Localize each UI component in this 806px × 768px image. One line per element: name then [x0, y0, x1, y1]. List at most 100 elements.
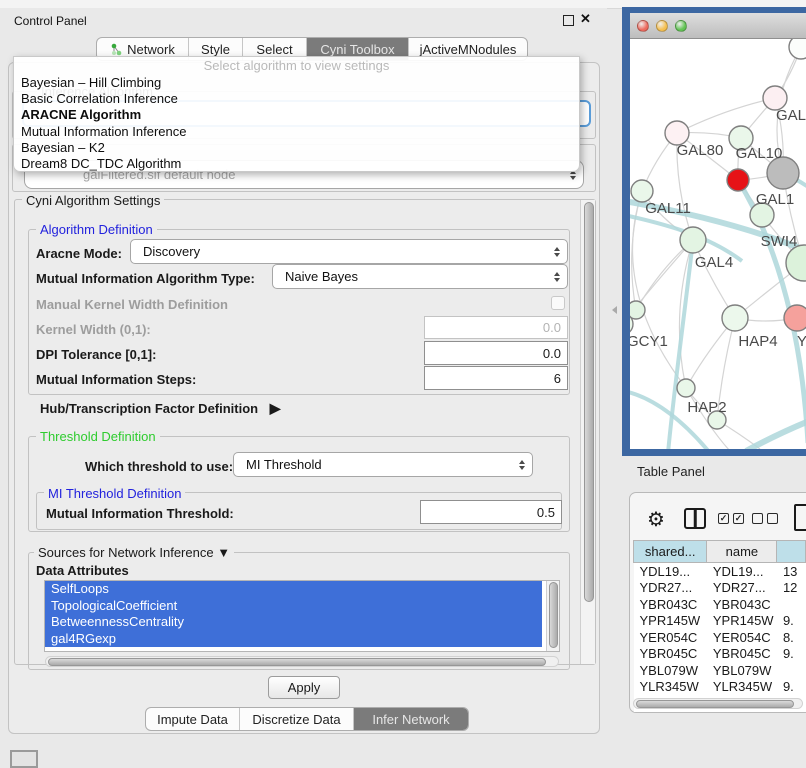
dropdown-item[interactable]: Bayesian – Hill Climbing — [14, 75, 579, 91]
page-icon[interactable] — [794, 504, 806, 531]
gear-icon[interactable]: ⚙ — [647, 507, 665, 532]
dropdown-item[interactable]: Mutual Information Inference — [14, 124, 579, 140]
aracne-mode-combobox[interactable]: Discovery — [130, 239, 568, 264]
dpi-tolerance-input[interactable]: 0.0 — [424, 341, 568, 365]
tab-infer-network[interactable]: Infer Network — [354, 708, 468, 730]
table-hscrollbar-thumb[interactable] — [636, 700, 794, 708]
table-row[interactable]: YPR145WYPR145W9. — [634, 613, 806, 630]
network-node[interactable] — [680, 227, 706, 253]
mac-close-icon[interactable] — [637, 20, 649, 32]
table-row[interactable]: YBL079WYBL079W — [634, 662, 806, 679]
tab-impute-data[interactable]: Impute Data — [146, 708, 240, 730]
table-cell[interactable]: 9. — [777, 613, 806, 630]
unchecked-pair-icon[interactable] — [752, 513, 778, 524]
table-cell[interactable]: YER054C — [707, 629, 777, 646]
network-node[interactable] — [789, 39, 806, 59]
table-cell[interactable]: YBR045C — [707, 646, 777, 663]
network-node[interactable] — [784, 305, 806, 331]
attribute-list-item[interactable]: BetweennessCentrality — [45, 614, 542, 631]
table-cell[interactable]: YLR345W — [634, 679, 707, 696]
attr-list-hscrollbar-thumb[interactable] — [48, 658, 546, 666]
settings-scrollbar-thumb[interactable] — [584, 202, 594, 602]
network-node-label: YER0 — [797, 333, 806, 350]
table-cell[interactable]: 8. — [777, 629, 806, 646]
mi-steps-input[interactable]: 6 — [424, 366, 568, 390]
table-row[interactable]: YBR043CYBR043C — [634, 596, 806, 613]
table-cell[interactable]: 9. — [777, 679, 806, 696]
table-cell[interactable]: YDL19... — [707, 563, 777, 580]
hub-definition-toggle[interactable]: Hub/Transcription Factor Definition ▶ — [40, 400, 281, 417]
table-cell[interactable]: YDL19... — [634, 563, 707, 580]
splitter-arrow-icon[interactable] — [612, 306, 617, 314]
table-header-row[interactable]: shared...name — [634, 541, 806, 563]
mac-zoom-icon[interactable] — [675, 20, 687, 32]
dropdown-item[interactable]: Bayesian – K2 — [14, 140, 579, 156]
checked-pair-icon[interactable]: ✓✓ — [718, 513, 744, 524]
table-cell[interactable]: 12 — [777, 580, 806, 597]
network-graph[interactable]: GAL7GAL80GAL10GAL1GAL11SWI4GAL4GCY1HAP4Y… — [630, 39, 806, 449]
attribute-list-item[interactable]: gal4RGexp — [45, 631, 542, 648]
attr-list-scrollbar-thumb[interactable] — [549, 582, 558, 648]
tab-discretize-data[interactable]: Discretize Data — [240, 708, 354, 730]
attr-list-hscrollbar[interactable] — [45, 656, 559, 667]
attribute-list-item[interactable]: TopologicalCoefficient — [45, 598, 542, 615]
table-cell[interactable]: YLR345W — [707, 679, 777, 696]
mac-minimize-icon[interactable] — [656, 20, 668, 32]
attribute-list-item[interactable]: SelfLoops — [45, 581, 542, 598]
network-edge-bundle — [746, 419, 806, 449]
float-window-icon[interactable] — [563, 15, 574, 26]
network-canvas[interactable]: GAL7GAL80GAL10GAL1GAL11SWI4GAL4GCY1HAP4Y… — [630, 39, 806, 449]
network-window-titlebar[interactable] — [630, 13, 806, 39]
settings-scrollbar[interactable] — [580, 200, 595, 664]
apply-button[interactable]: Apply — [268, 676, 340, 699]
network-node[interactable] — [677, 379, 695, 397]
table-row[interactable]: YDR27...YDR27...12 — [634, 580, 806, 597]
table-cell[interactable]: YPR145W — [634, 613, 707, 630]
table-cell[interactable]: 13 — [777, 563, 806, 580]
node-attribute-table[interactable]: shared...name YDL19...YDL19...13YDR27...… — [633, 540, 806, 712]
network-node-label: SWI4 — [761, 233, 798, 250]
manual-kernel-checkbox[interactable] — [551, 296, 565, 310]
table-row[interactable]: YDL19...YDL19...13 — [634, 563, 806, 580]
table-row[interactable]: YLR345WYLR345W9. — [634, 679, 806, 696]
table-cell[interactable]: YBR045C — [634, 646, 707, 663]
mi-threshold-input[interactable]: 0.5 — [420, 500, 562, 524]
split-columns-icon[interactable] — [684, 508, 706, 529]
mi-threshold-group-title: MI Threshold Definition — [44, 486, 185, 501]
dropdown-item[interactable]: Basic Correlation Inference — [14, 91, 579, 107]
dropdown-item[interactable]: ARACNE Algorithm — [14, 107, 579, 123]
minimized-panel-icon[interactable] — [10, 750, 38, 768]
table-column-header[interactable]: name — [707, 541, 777, 563]
kernel-width-input[interactable]: 0.0 — [424, 316, 568, 339]
network-node[interactable] — [786, 245, 806, 281]
table-column-header[interactable]: shared... — [634, 541, 707, 563]
attr-list-scrollbar[interactable] — [546, 581, 559, 651]
table-row[interactable]: YBR045CYBR045C9. — [634, 646, 806, 663]
table-cell[interactable]: YBR043C — [707, 596, 777, 613]
table-row[interactable]: YER054CYER054C8. — [634, 629, 806, 646]
table-hscrollbar[interactable] — [633, 698, 803, 709]
table-cell[interactable] — [777, 662, 806, 679]
tab-infer-network-label: Infer Network — [372, 712, 449, 727]
data-attributes-list[interactable]: SelfLoopsTopologicalCoefficientBetweenne… — [44, 580, 560, 652]
close-icon[interactable]: ✕ — [580, 11, 591, 27]
network-node[interactable] — [630, 301, 645, 319]
table-cell[interactable]: YDR27... — [634, 580, 707, 597]
table-cell[interactable] — [777, 596, 806, 613]
table-cell[interactable]: YDR27... — [707, 580, 777, 597]
table-cell[interactable]: 9. — [777, 646, 806, 663]
network-node[interactable] — [722, 305, 748, 331]
table-cell[interactable]: YBR043C — [634, 596, 707, 613]
table-cell[interactable]: YBL079W — [634, 662, 707, 679]
network-node[interactable] — [631, 180, 653, 202]
table-cell[interactable]: YER054C — [634, 629, 707, 646]
network-node[interactable] — [727, 169, 749, 191]
table-cell[interactable]: YPR145W — [707, 613, 777, 630]
table-column-header[interactable] — [777, 541, 806, 563]
which-threshold-combobox[interactable]: MI Threshold — [233, 452, 533, 477]
sources-group-title[interactable]: Sources for Network Inference ▼ — [34, 545, 234, 560]
table-cell[interactable]: YBL079W — [707, 662, 777, 679]
table-panel-title: Table Panel — [637, 464, 705, 479]
mi-type-combobox[interactable]: Naive Bayes — [272, 264, 568, 289]
dropdown-item[interactable]: Dream8 DC_TDC Algorithm — [14, 156, 579, 172]
